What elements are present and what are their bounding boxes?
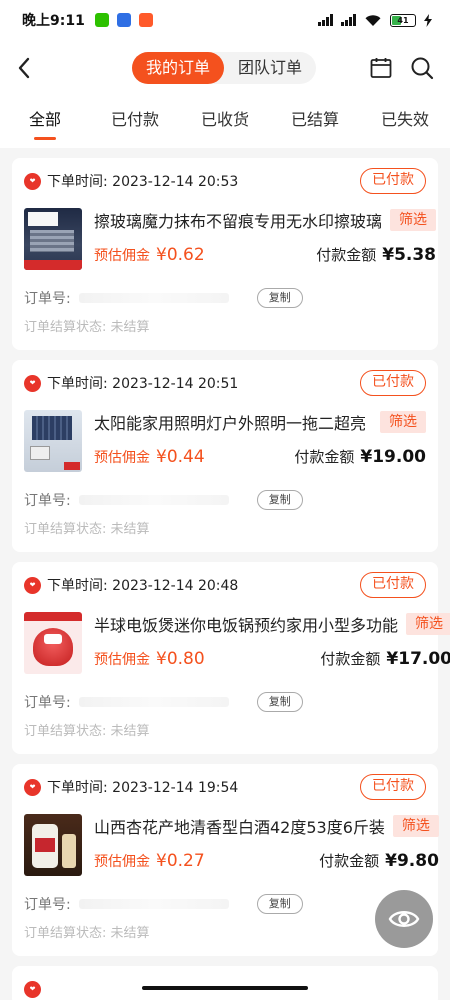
shop-logo-icon: ❤: [24, 778, 41, 796]
order-time: 下单时间: 2023-12-14 20:53: [47, 174, 239, 190]
filter-button[interactable]: 筛选: [392, 815, 439, 837]
copy-button[interactable]: 复制: [256, 490, 303, 510]
shop-logo-icon: ❤: [24, 172, 41, 190]
charging-icon: [424, 13, 432, 27]
commission-value: ¥0.80: [156, 648, 205, 669]
order-status-badge: 已付款: [360, 370, 426, 396]
order-number-redacted: [78, 293, 229, 303]
search-icon[interactable]: [410, 56, 434, 80]
tab-received[interactable]: 已收货: [180, 96, 270, 148]
pay-amount-value: ¥17.00: [386, 648, 450, 669]
notification-icons: [94, 13, 153, 27]
pay-amount-value: ¥19.00: [360, 446, 426, 467]
order-number-redacted: [78, 495, 229, 505]
order-number-label: 订单号:: [24, 897, 71, 913]
order-card[interactable]: ❤ 下单时间: 2023-12-14 20:53 已付款 擦玻璃魔力抹布不留痕专…: [12, 158, 438, 350]
visibility-toggle-button[interactable]: [375, 890, 433, 948]
wechat-icon: [94, 13, 109, 27]
commission-label: 预估佣金: [94, 651, 150, 668]
battery-level: 41: [397, 15, 409, 25]
shop-logo-icon: ❤: [24, 576, 41, 594]
order-type-switch: 我的订单 团队订单: [132, 52, 317, 84]
order-status-badge: 已付款: [360, 572, 426, 598]
tab-settled[interactable]: 已结算: [270, 96, 360, 148]
product-image[interactable]: [24, 208, 82, 270]
tab-my-orders[interactable]: 我的订单: [132, 52, 225, 84]
status-bar: 晚上9:11 41: [0, 0, 450, 40]
signal-icon: [318, 14, 333, 26]
pay-amount-value: ¥9.80: [385, 850, 439, 871]
commission-label: 预估佣金: [94, 449, 150, 466]
copy-button[interactable]: 复制: [256, 288, 303, 308]
calendar-icon[interactable]: [369, 56, 393, 80]
order-time: 下单时间: 2023-12-14 20:51: [47, 376, 239, 392]
shop-logo-icon: ❤: [24, 374, 41, 392]
settlement-status: 订单结算状态: 未结算: [24, 724, 150, 739]
wifi-icon: [365, 15, 381, 26]
product-title[interactable]: 太阳能家用照明灯户外照明一拖二超亮: [94, 410, 372, 434]
commission-value: ¥0.44: [156, 446, 205, 467]
commission-value: ¥0.27: [156, 850, 205, 871]
shop-logo-icon: ❤: [24, 980, 41, 998]
order-status-badge: 已付款: [360, 168, 426, 194]
app-notification-icon: [116, 13, 131, 27]
order-number-redacted: [78, 697, 229, 707]
order-time: 下单时间: 2023-12-14 19:54: [47, 780, 239, 796]
order-card[interactable]: ❤: [12, 966, 438, 1000]
order-time: 下单时间: 2023-12-14 20:48: [47, 578, 239, 594]
status-time: 晚上9:11: [22, 13, 85, 29]
tab-invalid[interactable]: 已失效: [360, 96, 450, 148]
pay-amount-label: 付款金额: [294, 448, 355, 466]
commission-label: 预估佣金: [94, 247, 150, 264]
signal-icon: [341, 14, 356, 26]
pay-amount-label: 付款金额: [319, 852, 380, 870]
copy-button[interactable]: 复制: [256, 894, 303, 914]
tab-team-orders[interactable]: 团队订单: [224, 52, 316, 84]
product-title[interactable]: 山西杏花产地清香型白酒42度53度6斤装: [94, 814, 385, 838]
commission-label: 预估佣金: [94, 853, 150, 870]
back-arrow-icon[interactable]: [14, 54, 36, 82]
order-number-label: 订单号:: [24, 695, 71, 711]
order-number-label: 订单号:: [24, 291, 71, 307]
copy-button[interactable]: 复制: [256, 692, 303, 712]
product-title[interactable]: 擦玻璃魔力抹布不留痕专用无水印擦玻璃: [94, 208, 382, 232]
pay-amount-label: 付款金额: [316, 246, 377, 264]
order-card[interactable]: ❤ 下单时间: 2023-12-14 20:48 已付款 半球电饭煲迷你电饭锅预…: [12, 562, 450, 754]
pay-amount-value: ¥5.38: [382, 244, 437, 265]
settlement-status: 订单结算状态: 未结算: [24, 926, 150, 941]
app-notification-icon: [138, 13, 153, 27]
header: 我的订单 团队订单: [0, 40, 450, 96]
filter-button[interactable]: 筛选: [380, 411, 426, 433]
product-image[interactable]: [24, 612, 82, 674]
order-card[interactable]: ❤ 下单时间: 2023-12-14 19:54 已付款 山西杏花产地清香型白酒…: [12, 764, 439, 956]
status-tabs: 全部 已付款 已收货 已结算 已失效: [0, 96, 450, 148]
order-card[interactable]: ❤ 下单时间: 2023-12-14 20:51 已付款 太阳能家用照明灯户外照…: [12, 360, 438, 552]
settlement-status: 订单结算状态: 未结算: [24, 320, 150, 335]
product-image[interactable]: [24, 814, 82, 876]
order-status-badge: 已付款: [360, 774, 426, 800]
order-list: ❤ 下单时间: 2023-12-14 20:53 已付款 擦玻璃魔力抹布不留痕专…: [0, 158, 450, 1000]
filter-button[interactable]: 筛选: [406, 613, 450, 635]
tab-all[interactable]: 全部: [0, 96, 90, 148]
pay-amount-label: 付款金额: [320, 650, 381, 668]
tab-paid[interactable]: 已付款: [90, 96, 180, 148]
order-number-label: 订单号:: [24, 493, 71, 509]
filter-button[interactable]: 筛选: [390, 209, 437, 231]
commission-value: ¥0.62: [156, 244, 205, 265]
battery-icon: 41: [390, 13, 416, 27]
order-number-redacted: [78, 899, 229, 909]
settlement-status: 订单结算状态: 未结算: [24, 522, 150, 537]
product-image[interactable]: [24, 410, 82, 472]
home-indicator[interactable]: [142, 986, 308, 990]
product-title[interactable]: 半球电饭煲迷你电饭锅预约家用小型多功能: [94, 612, 398, 636]
eye-icon: [388, 911, 420, 927]
